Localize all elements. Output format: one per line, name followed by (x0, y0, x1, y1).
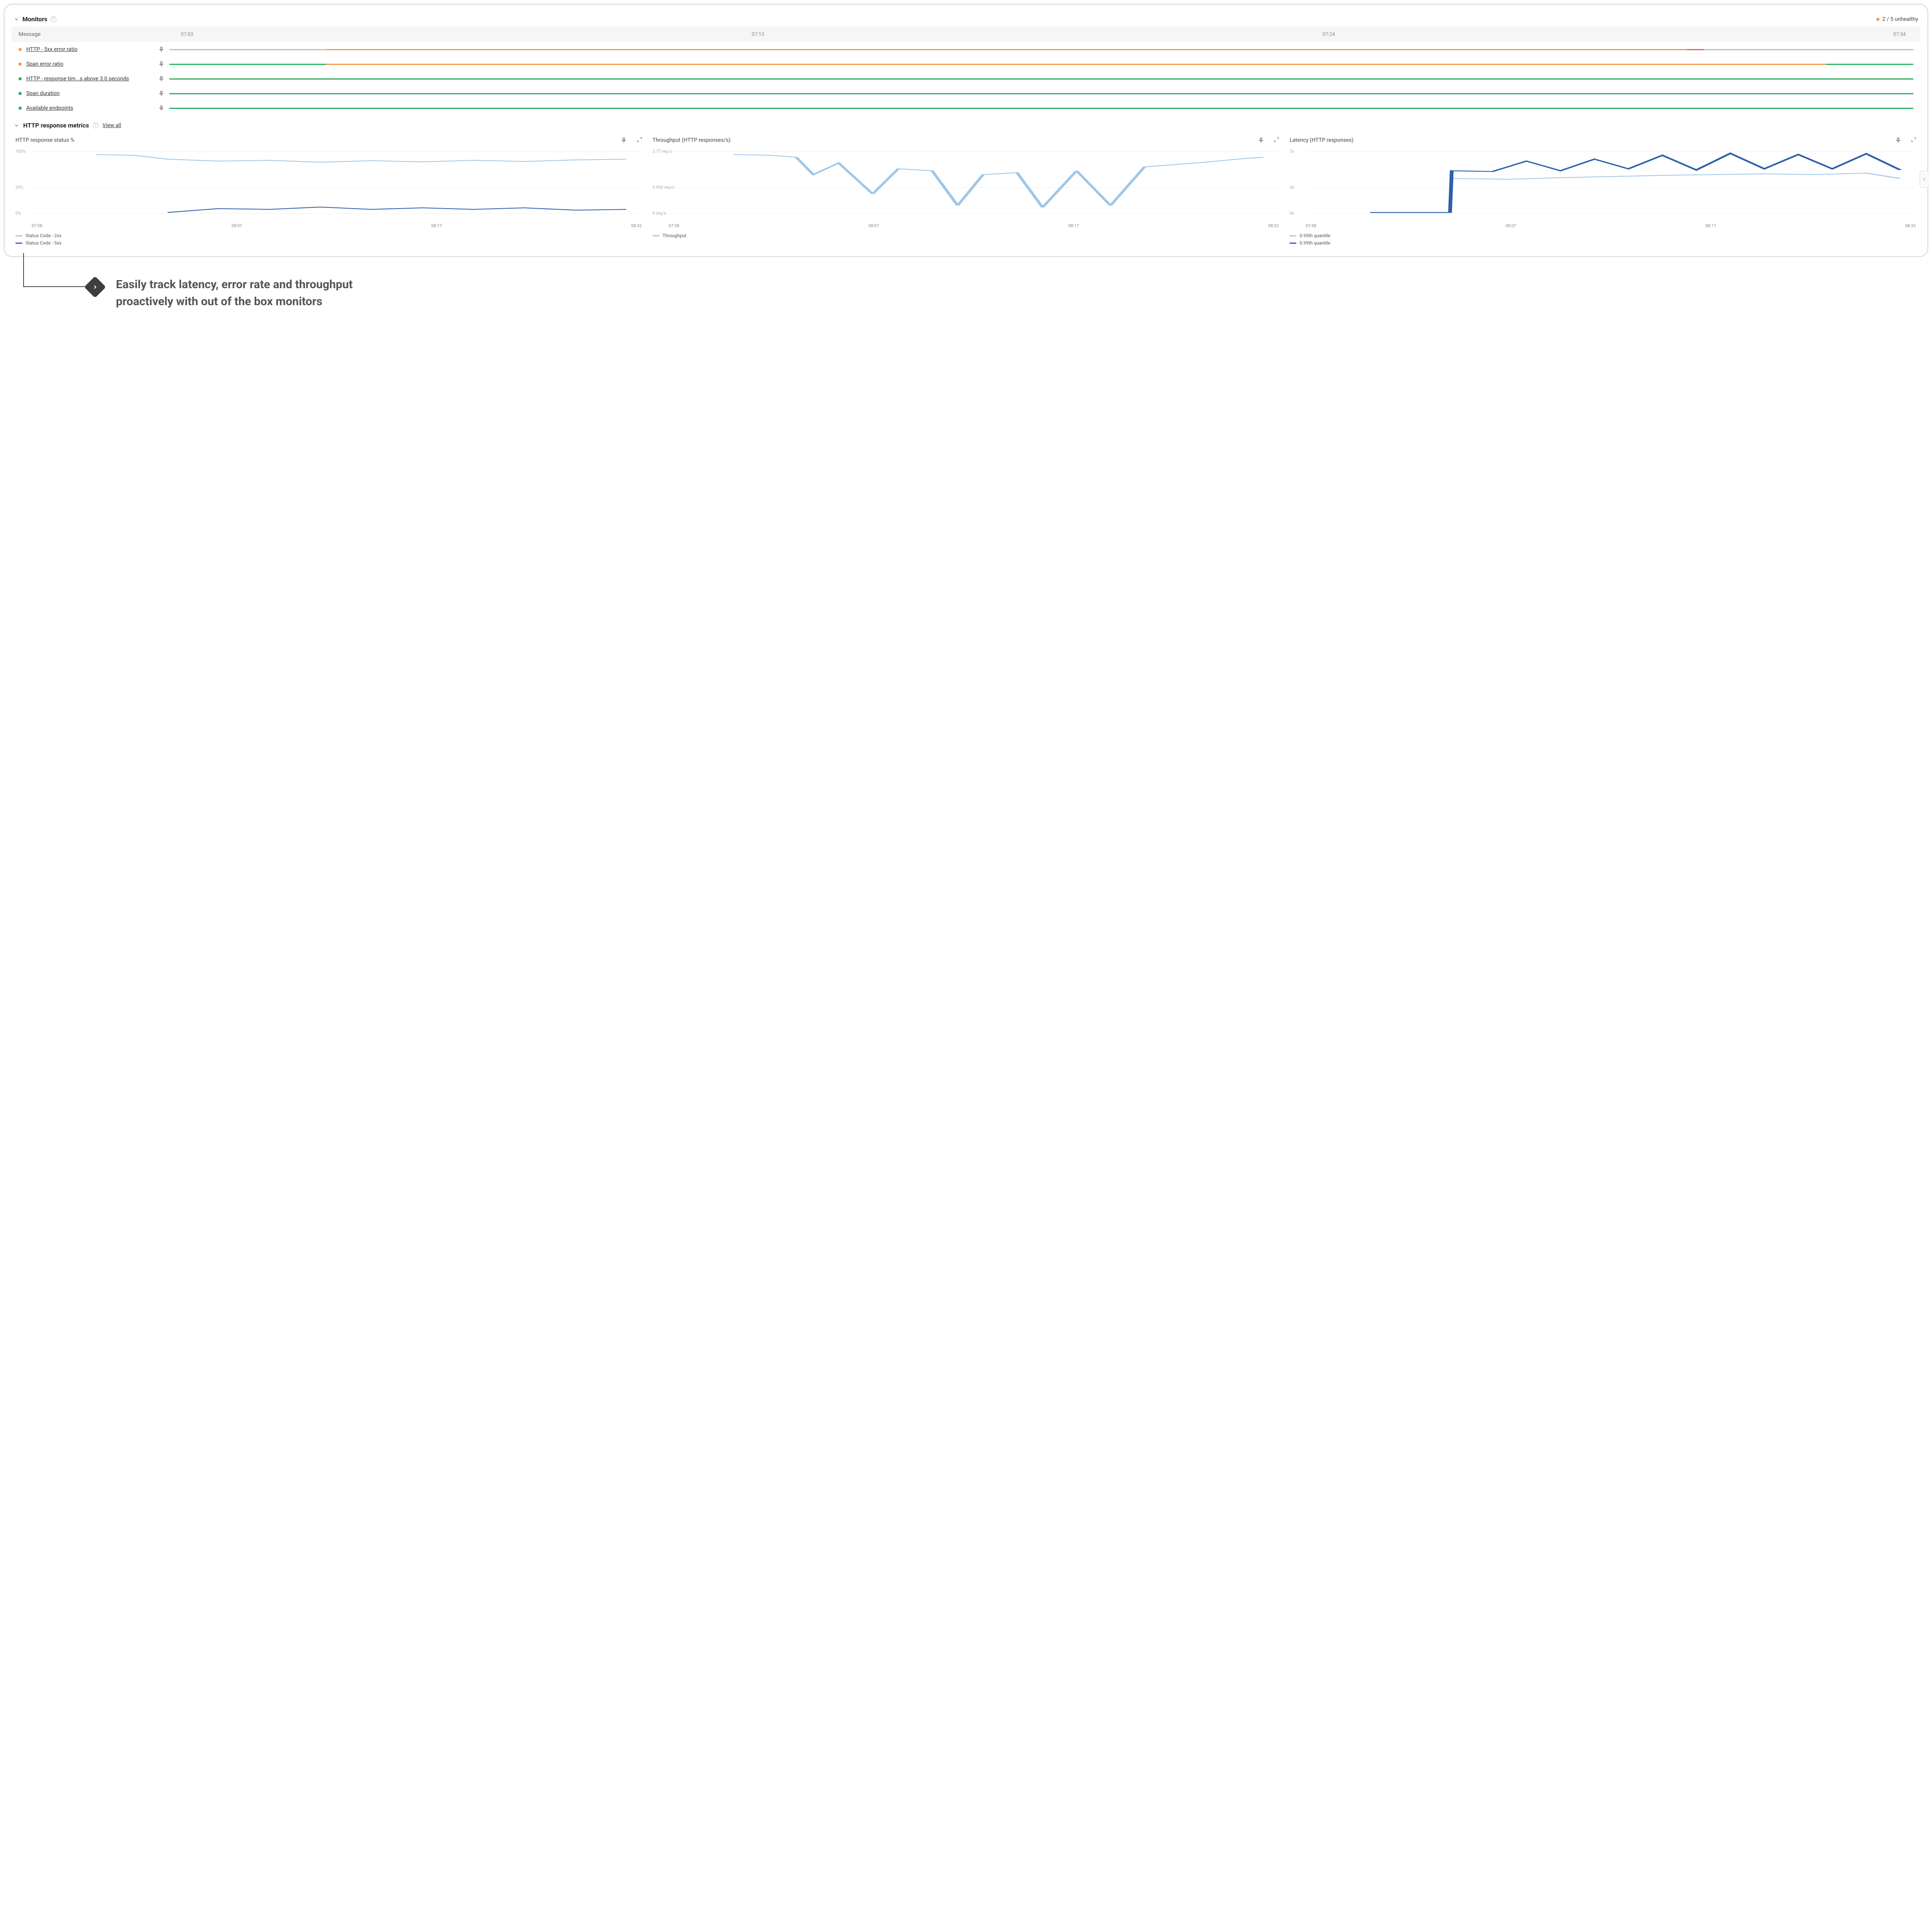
legend-swatch (15, 243, 22, 244)
legend-item: 0.95th quantile (1289, 232, 1917, 240)
x-ticks: 07:5808:0708:1708:32 (15, 221, 643, 228)
time-tick: 07:34 (1893, 32, 1906, 37)
chart-card: Throughput (HTTP responses/s) 2.77 req/s0… (650, 133, 1282, 249)
side-collapse-tab[interactable] (1920, 171, 1928, 188)
expand-icon[interactable] (637, 137, 643, 143)
metrics-header: HTTP response metrics ? View all (12, 116, 1920, 131)
status-dot-icon (19, 92, 22, 95)
dashboard-panel: Monitors ? 2 / 5 unhealthy Message 07:03… (4, 4, 1928, 257)
status-dot-icon (19, 107, 22, 110)
health-timeline-bar (169, 78, 1913, 80)
x-ticks: 07:5808:0708:1708:32 (1289, 221, 1917, 228)
pin-icon[interactable] (1895, 137, 1901, 144)
chart-plot: 100%35%0% (15, 148, 643, 221)
monitor-row: HTTP - response tim...s above 3.0 second… (12, 71, 1920, 86)
status-dot-icon (19, 63, 22, 66)
pin-icon[interactable] (158, 61, 165, 68)
callout-text: Easily track latency, error rate and thr… (116, 257, 410, 310)
charts-row: HTTP response status %100%35%0%07:5808:0… (12, 131, 1920, 252)
expand-icon[interactable] (1911, 137, 1917, 143)
chart-plot: 2.77 req/s0.950 req/s0 req/s (652, 148, 1281, 221)
monitor-name-link[interactable]: HTTP - response tim...s above 3.0 second… (26, 76, 129, 82)
time-tick: 07:13 (752, 32, 764, 37)
monitors-table: Message 07:03 07:13 07:24 07:34 HTTP - 5xx … (12, 27, 1920, 116)
legend-swatch (1289, 243, 1296, 244)
health-timeline-bar (169, 108, 1913, 109)
health-timeline-bar (169, 49, 1913, 50)
monitor-name-link[interactable]: HTTP - 5xx error ratio (26, 46, 78, 53)
legend-item: 0.99th quantile (1289, 240, 1917, 247)
status-dot-icon (1876, 18, 1879, 21)
chart-legend: Status Code - 2xxStatus Code - 5xx (15, 228, 643, 248)
monitor-row: Span error ratio (12, 57, 1920, 71)
chart-title: HTTP response status % (15, 137, 75, 143)
callout-arrow-icon (84, 276, 106, 298)
pin-icon[interactable] (621, 137, 628, 144)
legend-swatch (1289, 235, 1296, 236)
monitors-title: Monitors (22, 15, 48, 23)
monitor-row: Available endpoints (12, 101, 1920, 116)
monitors-table-header: Message 07:03 07:13 07:24 07:34 (12, 27, 1920, 42)
expand-icon[interactable] (1274, 137, 1279, 143)
legend-swatch (15, 235, 22, 236)
view-all-link[interactable]: View all (102, 122, 121, 129)
pin-icon[interactable] (158, 90, 165, 97)
help-icon[interactable]: ? (93, 122, 99, 128)
time-tick: 07:03 (181, 32, 193, 37)
monitor-row: Span duration (12, 86, 1920, 101)
legend-swatch (653, 235, 660, 236)
chevron-down-icon[interactable] (14, 123, 19, 128)
legend-label: 0.95th quantile (1299, 232, 1330, 240)
legend-item: Status Code - 2xx (15, 232, 643, 240)
legend-label: Status Code - 5xx (26, 240, 61, 247)
pin-icon[interactable] (1257, 137, 1264, 144)
health-timeline-bar (169, 64, 1913, 65)
status-dot-icon (19, 77, 22, 80)
chart-card: HTTP response status % 100%35%0%07:5808:0… (13, 133, 645, 249)
chart-plot: 7s3s0s (1289, 148, 1917, 221)
pin-icon[interactable] (158, 105, 165, 112)
x-ticks: 07:5808:0708:1708:32 (652, 221, 1281, 228)
health-status-text: 2 / 5 unhealthy (1883, 16, 1918, 22)
legend-item: Status Code - 5xx (15, 240, 643, 247)
pin-icon[interactable] (158, 75, 165, 82)
col-message: Message (19, 31, 158, 37)
monitor-name-link[interactable]: Span error ratio (26, 61, 63, 67)
chart-legend: Throughput (652, 228, 1281, 240)
time-tick: 07:24 (1322, 32, 1335, 37)
legend-label: Throughput (663, 232, 687, 240)
help-icon[interactable]: ? (51, 16, 56, 22)
chart-card: Latency (HTTP responses) 7s3s0s07:5808:07… (1287, 133, 1919, 249)
metrics-title: HTTP response metrics (23, 122, 89, 129)
monitor-name-link[interactable]: Span duration (26, 90, 60, 97)
monitor-row: HTTP - 5xx error ratio (12, 42, 1920, 57)
timeline-ticks: 07:03 07:13 07:24 07:34 (158, 32, 1913, 37)
status-dot-icon (19, 48, 22, 51)
legend-label: 0.99th quantile (1299, 240, 1330, 247)
health-status: 2 / 5 unhealthy (1876, 16, 1918, 22)
pin-icon[interactable] (158, 46, 165, 53)
chart-title: Latency (HTTP responses) (1289, 137, 1354, 143)
monitor-name-link[interactable]: Available endpoints (26, 105, 73, 111)
health-timeline-bar (169, 93, 1913, 94)
monitors-header: Monitors ? 2 / 5 unhealthy (12, 12, 1920, 27)
legend-item: Throughput (653, 232, 1280, 240)
chart-legend: 0.95th quantile0.99th quantile (1289, 228, 1917, 248)
chevron-down-icon[interactable] (14, 17, 19, 22)
chart-title: Throughput (HTTP responses/s) (653, 137, 731, 143)
callout: Easily track latency, error rate and thr… (23, 257, 1928, 310)
legend-label: Status Code - 2xx (26, 232, 61, 240)
